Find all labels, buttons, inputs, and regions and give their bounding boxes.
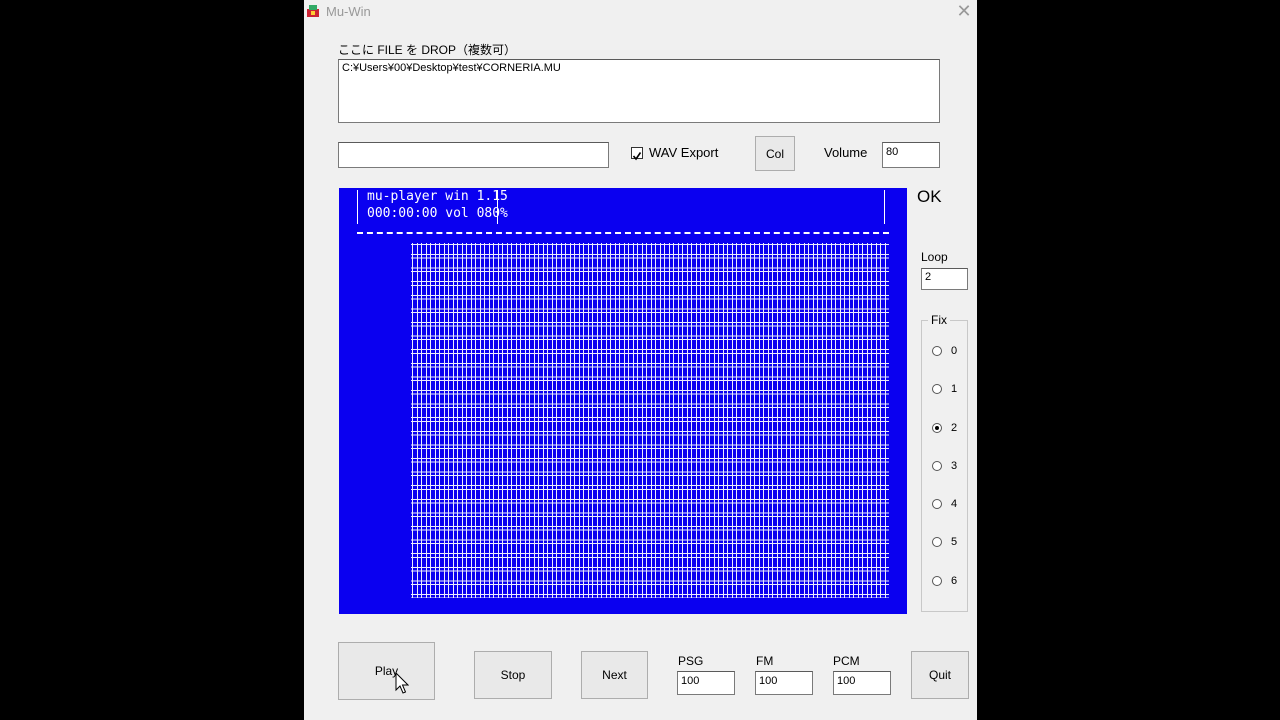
mu-win-window: Mu-Win ✕ ここに FILE を DROP（複数可） C:¥Users¥0… (304, 0, 977, 720)
fix-radio-label-3: 3 (951, 460, 958, 472)
pcm-value: 100 (837, 675, 856, 687)
console-separator (357, 232, 889, 234)
loop-value: 2 (925, 271, 932, 283)
check-icon (632, 152, 642, 161)
fm-value: 100 (759, 675, 778, 687)
fix-radio-4[interactable] (932, 499, 942, 509)
fix-radio-1[interactable] (932, 384, 942, 394)
wav-export-label: WAV Export (649, 145, 719, 160)
volume-input[interactable]: 80 (882, 142, 940, 168)
psg-input[interactable]: 100 (677, 671, 735, 695)
window-title: Mu-Win (326, 4, 371, 19)
fix-radio-label-4: 4 (951, 498, 958, 510)
console-border-right (884, 190, 885, 224)
fix-radio-5[interactable] (932, 537, 942, 547)
psg-label: PSG (678, 654, 704, 668)
close-icon[interactable]: ✕ (955, 1, 973, 21)
volume-label: Volume (824, 145, 868, 160)
loop-input[interactable]: 2 (921, 268, 968, 290)
app-icon (307, 5, 319, 17)
title-bar: Mu-Win ✕ (304, 0, 977, 24)
fix-label: Fix (928, 313, 950, 327)
wav-export-checkbox[interactable] (631, 147, 643, 161)
player-console: mu-player win 1.15 000:00:00 vol 080% (339, 188, 907, 614)
col-button[interactable]: Col (755, 136, 795, 171)
mouse-cursor-icon (395, 672, 409, 694)
pcm-label: PCM (833, 654, 860, 668)
file-path-text: C:¥Users¥00¥Desktop¥test¥CORNERIA.MU (342, 62, 561, 74)
status-text: OK (917, 187, 942, 206)
fix-radio-0[interactable] (932, 346, 942, 356)
fm-label: FM (756, 654, 774, 668)
fix-radio-3[interactable] (932, 461, 942, 471)
next-button[interactable]: Next (581, 651, 648, 699)
text-field[interactable] (338, 142, 609, 168)
quit-button[interactable]: Quit (911, 651, 969, 699)
fm-input[interactable]: 100 (755, 671, 813, 695)
drop-label: ここに FILE を DROP（複数可） (338, 43, 517, 57)
file-drop-area[interactable]: C:¥Users¥00¥Desktop¥test¥CORNERIA.MU (338, 59, 940, 123)
psg-value: 100 (681, 675, 700, 687)
console-time-volume: 000:00:00 vol 080% (367, 206, 508, 221)
fix-radio-label-1: 1 (951, 383, 958, 395)
fix-group (921, 320, 968, 612)
fix-radio-6[interactable] (932, 576, 942, 586)
loop-label: Loop (921, 250, 948, 264)
volume-value: 80 (886, 146, 899, 158)
console-border-left (357, 190, 358, 224)
radio-selected-dot (935, 426, 939, 430)
fix-radio-2[interactable] (932, 423, 942, 433)
fix-radio-label-2: 2 (951, 422, 958, 434)
pcm-input[interactable]: 100 (833, 671, 891, 695)
fix-radio-label-5: 5 (951, 536, 958, 548)
channel-level-grid (411, 243, 889, 598)
fix-radio-label-6: 6 (951, 575, 958, 587)
console-player-version: mu-player win 1.15 (367, 189, 508, 204)
play-button[interactable]: Play (338, 642, 435, 700)
fix-radio-label-0: 0 (951, 345, 958, 357)
stop-button[interactable]: Stop (474, 651, 552, 699)
